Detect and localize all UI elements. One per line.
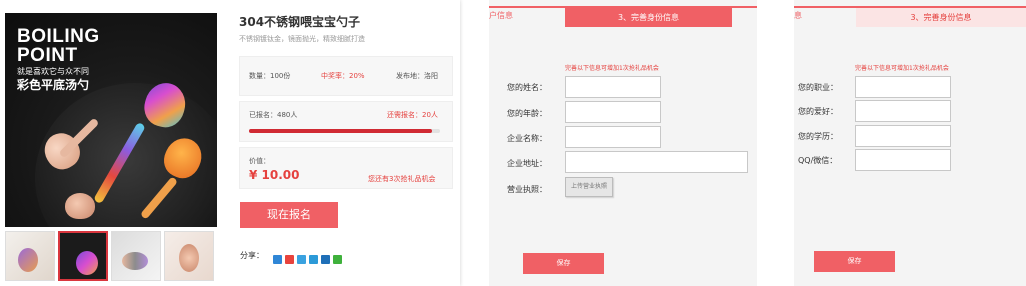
wechat-icon[interactable]	[333, 255, 342, 264]
renren-icon[interactable]	[321, 255, 330, 264]
quantity-text: 数量：100份	[249, 72, 291, 80]
age-input[interactable]	[565, 101, 661, 123]
image-headline: 彩色平底汤勺	[17, 78, 90, 92]
image-brand-line2: POINT	[17, 45, 78, 66]
product-main-image: BOILING POINT 就是喜欢它与众不同 彩色平底汤勺	[5, 13, 217, 227]
save-button[interactable]: 保存	[523, 253, 604, 274]
address-input[interactable]	[565, 151, 748, 173]
prev-step-tab[interactable]: 户信息	[489, 10, 513, 21]
share-icons	[273, 249, 345, 264]
tencent-weibo-icon[interactable]	[297, 255, 306, 264]
education-label: 您的学历：	[798, 132, 838, 141]
remaining-text: 还需报名：20人	[387, 111, 438, 119]
signup-progress-fill	[249, 129, 433, 133]
education-input[interactable]	[855, 125, 951, 147]
hobby-label: 您的爱好：	[798, 107, 838, 116]
address-label: 企业地址：	[507, 159, 547, 168]
qq-icon[interactable]	[309, 255, 318, 264]
form-hint: 完善以下信息可增加1次抢礼品机会	[565, 65, 659, 72]
image-tagline: 就是喜欢它与众不同	[17, 67, 89, 76]
license-label: 营业执照：	[507, 185, 547, 194]
qq-wechat-input[interactable]	[855, 149, 951, 171]
occupation-label: 您的职业：	[798, 83, 838, 92]
signup-progress-bar	[249, 129, 440, 133]
value-label: 价值：	[249, 157, 270, 165]
share-label: 分享：	[240, 251, 264, 260]
win-rate-text: 中奖率：20%	[321, 72, 365, 80]
info-box-price: 价值： ¥ 10.00 您还有3次抢礼品机会	[239, 147, 453, 189]
price-text: ¥ 10.00	[249, 168, 300, 182]
upload-license-button[interactable]: 上传营业执照	[565, 177, 613, 197]
identity-form-panel-1: 户信息 3、完善身份信息 完善以下信息可增加1次抢礼品机会 您的姓名： 您的年龄…	[489, 0, 757, 286]
chances-note: 您还有3次抢礼品机会	[368, 175, 436, 183]
prev-step-tab[interactable]: 息	[794, 10, 802, 21]
image-brand-line1: BOILING	[17, 26, 100, 47]
active-step-tab[interactable]: 3、完善身份信息	[565, 8, 732, 27]
thumbnail-4[interactable]	[164, 231, 214, 281]
company-input[interactable]	[565, 126, 661, 148]
hobby-input[interactable]	[855, 100, 951, 122]
company-label: 企业名称：	[507, 134, 547, 143]
occupation-input[interactable]	[855, 76, 951, 98]
name-input[interactable]	[565, 76, 661, 98]
product-card: BOILING POINT 就是喜欢它与众不同 彩色平底汤勺 304不锈钢喂宝宝…	[0, 0, 460, 286]
sina-weibo-icon[interactable]	[285, 255, 294, 264]
thumbnail-3[interactable]	[111, 231, 161, 281]
save-button[interactable]: 保存	[814, 251, 895, 272]
info-box-signup: 已报名：480人 还需报名：20人	[239, 101, 453, 142]
ship-from-text: 发布地：洛阳	[396, 72, 438, 80]
rose-spoon-bottom	[65, 193, 95, 219]
age-label: 您的年龄：	[507, 109, 547, 118]
product-title: 304不锈钢喂宝宝勺子	[239, 15, 361, 29]
product-subtitle: 不锈钢镀钛金，镜面抛光，精致细腻打造	[239, 35, 365, 43]
thumbnail-strip	[5, 231, 217, 281]
qq-wechat-label: QQ/微信：	[798, 156, 838, 165]
thumbnail-1[interactable]	[5, 231, 55, 281]
form-hint: 完善以下信息可增加1次抢礼品机会	[855, 65, 949, 72]
identity-form-panel-2: 息 3、完善身份信息 完善以下信息可增加1次抢礼品机会 您的职业： 您的爱好： …	[794, 0, 1026, 286]
thumbnail-2[interactable]	[58, 231, 108, 281]
name-label: 您的姓名：	[507, 83, 547, 92]
active-step-tab[interactable]: 3、完善身份信息	[856, 8, 1026, 27]
info-box-stats: 数量：100份 中奖率：20% 发布地：洛阳	[239, 56, 453, 96]
signed-up-text: 已报名：480人	[249, 111, 298, 119]
qzone-icon[interactable]	[273, 255, 282, 264]
signup-button[interactable]: 现在报名	[240, 202, 338, 228]
